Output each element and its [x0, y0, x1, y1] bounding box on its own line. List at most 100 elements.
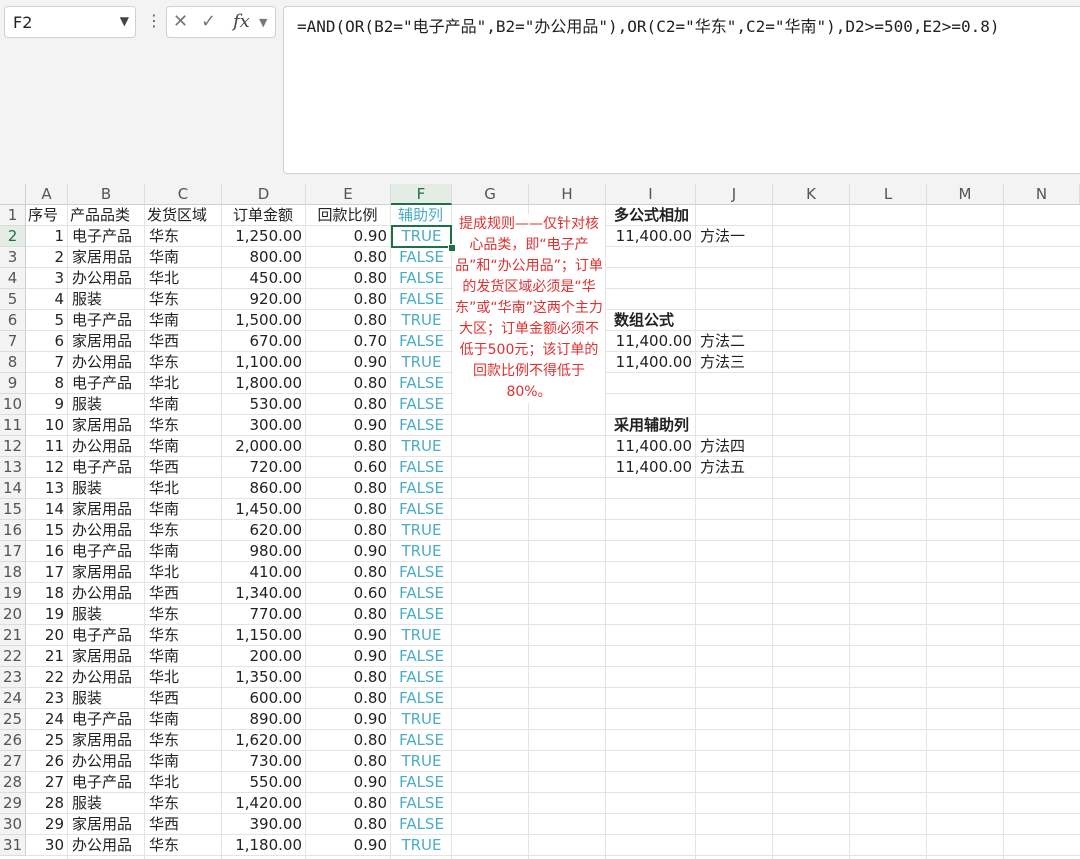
- column-header-k[interactable]: K: [773, 184, 850, 205]
- data-cell-b[interactable]: 家居用品: [68, 562, 145, 583]
- row-header-27[interactable]: 27: [0, 751, 26, 772]
- column-header-c[interactable]: C: [145, 184, 222, 205]
- row-header-20[interactable]: 20: [0, 604, 26, 625]
- chevron-down-icon[interactable]: ▼: [120, 14, 129, 28]
- data-cell-d[interactable]: 800.00: [222, 247, 306, 268]
- data-cell-e[interactable]: 0.80: [306, 478, 391, 499]
- data-cell-d[interactable]: 890.00: [222, 709, 306, 730]
- row-header-5[interactable]: 5: [0, 289, 26, 310]
- data-cell-b[interactable]: 办公用品: [68, 436, 145, 457]
- data-cell-c[interactable]: 华东: [145, 289, 222, 310]
- helper-cell[interactable]: TRUE: [391, 751, 452, 772]
- data-cell-a[interactable]: 26: [26, 751, 68, 772]
- data-cell-e[interactable]: 0.80: [306, 520, 391, 541]
- data-cell-d[interactable]: 390.00: [222, 814, 306, 835]
- helper-cell[interactable]: TRUE: [391, 352, 452, 373]
- data-cell-b[interactable]: 服装: [68, 394, 145, 415]
- data-cell-b[interactable]: 办公用品: [68, 751, 145, 772]
- data-cell-b[interactable]: 家居用品: [68, 730, 145, 751]
- row-header-16[interactable]: 16: [0, 520, 26, 541]
- data-cell-a[interactable]: 24: [26, 709, 68, 730]
- method-2-value[interactable]: 11,400.00: [606, 331, 696, 352]
- data-cell-b[interactable]: 办公用品: [68, 268, 145, 289]
- data-cell-d[interactable]: 410.00: [222, 562, 306, 583]
- data-cell-d[interactable]: 1,250.00: [222, 226, 306, 247]
- column-header-g[interactable]: G: [452, 184, 529, 205]
- helper-cell[interactable]: FALSE: [391, 268, 452, 289]
- data-cell-a[interactable]: 7: [26, 352, 68, 373]
- column-header-e[interactable]: E: [306, 184, 391, 205]
- formula-input[interactable]: =AND(OR(B2="电子产品",B2="办公用品"),OR(C2="华东",…: [283, 6, 1080, 174]
- data-cell-c[interactable]: 华西: [145, 331, 222, 352]
- column-header-n[interactable]: N: [1004, 184, 1080, 205]
- row-header-28[interactable]: 28: [0, 772, 26, 793]
- data-cell-e[interactable]: 0.80: [306, 814, 391, 835]
- data-cell-d[interactable]: 450.00: [222, 268, 306, 289]
- data-cell-d[interactable]: 1,340.00: [222, 583, 306, 604]
- header-cell-c[interactable]: 发货区域: [143, 205, 222, 226]
- data-cell-e[interactable]: 0.80: [306, 373, 391, 394]
- helper-cell[interactable]: FALSE: [391, 562, 452, 583]
- more-vertical-icon[interactable]: ⋮: [146, 11, 162, 30]
- data-cell-c[interactable]: 华西: [145, 457, 222, 478]
- row-header-25[interactable]: 25: [0, 709, 26, 730]
- row-header-11[interactable]: 11: [0, 415, 26, 436]
- helper-cell[interactable]: FALSE: [391, 478, 452, 499]
- data-cell-e[interactable]: 0.90: [306, 709, 391, 730]
- helper-cell[interactable]: FALSE: [391, 730, 452, 751]
- row-header-19[interactable]: 19: [0, 583, 26, 604]
- data-cell-b[interactable]: 电子产品: [68, 625, 145, 646]
- data-cell-b[interactable]: 家居用品: [68, 331, 145, 352]
- data-cell-a[interactable]: 23: [26, 688, 68, 709]
- data-cell-a[interactable]: 30: [26, 835, 68, 856]
- data-cell-c[interactable]: 华北: [145, 373, 222, 394]
- data-cell-e[interactable]: 0.80: [306, 751, 391, 772]
- helper-cell[interactable]: FALSE: [391, 289, 452, 310]
- helper-cell[interactable]: FALSE: [391, 772, 452, 793]
- data-cell-e[interactable]: 0.80: [306, 310, 391, 331]
- row-header-2[interactable]: 2: [0, 226, 26, 247]
- row-header-29[interactable]: 29: [0, 793, 26, 814]
- data-cell-e[interactable]: 0.80: [306, 394, 391, 415]
- data-cell-c[interactable]: 华南: [145, 541, 222, 562]
- method-3-label[interactable]: 方法三: [696, 352, 774, 373]
- column-header-i[interactable]: I: [606, 184, 696, 205]
- section-title-multi-formula[interactable]: 多公式相加: [610, 205, 730, 226]
- data-cell-c[interactable]: 华北: [145, 478, 222, 499]
- section-title-array-formula[interactable]: 数组公式: [610, 310, 730, 331]
- row-header-8[interactable]: 8: [0, 352, 26, 373]
- data-cell-c[interactable]: 华南: [145, 394, 222, 415]
- fill-handle[interactable]: [448, 244, 456, 252]
- column-header-b[interactable]: B: [68, 184, 145, 205]
- data-cell-e[interactable]: 0.80: [306, 268, 391, 289]
- header-cell-d[interactable]: 订单金额: [220, 205, 306, 226]
- data-cell-a[interactable]: 3: [26, 268, 68, 289]
- data-cell-b[interactable]: 电子产品: [68, 457, 145, 478]
- data-cell-b[interactable]: 家居用品: [68, 814, 145, 835]
- data-cell-c[interactable]: 华东: [145, 604, 222, 625]
- data-cell-e[interactable]: 0.60: [306, 583, 391, 604]
- data-cell-d[interactable]: 720.00: [222, 457, 306, 478]
- data-cell-c[interactable]: 华南: [145, 751, 222, 772]
- data-cell-d[interactable]: 1,800.00: [222, 373, 306, 394]
- data-cell-e[interactable]: 0.80: [306, 436, 391, 457]
- header-cell-f[interactable]: 辅助列: [389, 205, 452, 226]
- data-cell-a[interactable]: 15: [26, 520, 68, 541]
- helper-cell[interactable]: FALSE: [391, 499, 452, 520]
- data-cell-e[interactable]: 0.90: [306, 352, 391, 373]
- data-cell-a[interactable]: 25: [26, 730, 68, 751]
- data-cell-d[interactable]: 1,450.00: [222, 499, 306, 520]
- data-cell-d[interactable]: 920.00: [222, 289, 306, 310]
- data-cell-c[interactable]: 华东: [145, 415, 222, 436]
- helper-cell[interactable]: FALSE: [391, 688, 452, 709]
- helper-cell[interactable]: FALSE: [391, 583, 452, 604]
- header-cell-e[interactable]: 回款比例: [304, 205, 391, 226]
- data-cell-d[interactable]: 1,500.00: [222, 310, 306, 331]
- data-cell-c[interactable]: 华北: [145, 772, 222, 793]
- data-cell-a[interactable]: 19: [26, 604, 68, 625]
- data-cell-e[interactable]: 0.60: [306, 457, 391, 478]
- data-cell-b[interactable]: 家居用品: [68, 646, 145, 667]
- data-cell-a[interactable]: 2: [26, 247, 68, 268]
- helper-cell[interactable]: FALSE: [391, 604, 452, 625]
- spreadsheet-grid[interactable]: ABCDEFGHIJKLMN 1 2 3 4 5 6 7 8 9 10 11 12 13 14 15 16 17…: [0, 184, 1080, 859]
